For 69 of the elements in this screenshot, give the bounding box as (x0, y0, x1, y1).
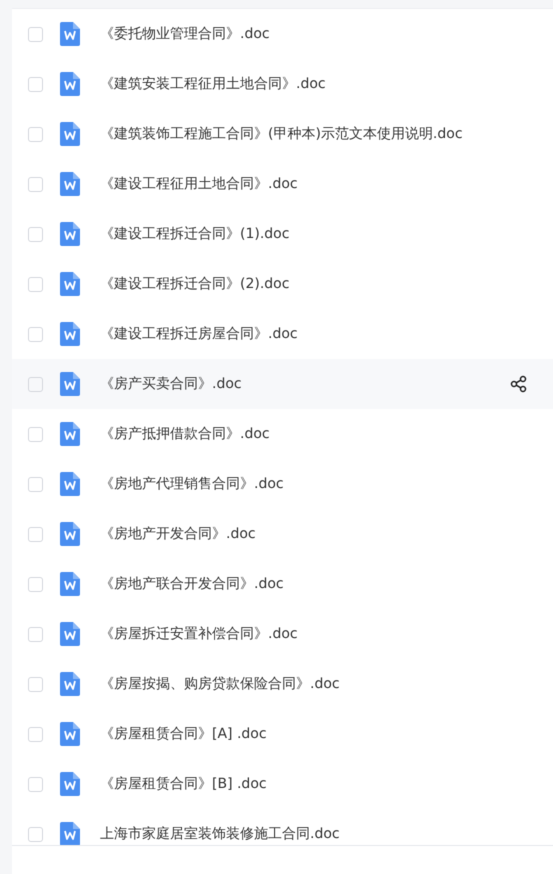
file-row[interactable]: 《房地产代理销售合同》.doc (12, 459, 553, 509)
checkbox[interactable] (28, 426, 43, 442)
file-name: 《建设工程拆迁合同》(2).doc (100, 275, 290, 293)
word-document-icon (60, 472, 80, 496)
checkbox[interactable] (28, 26, 43, 42)
word-document-icon (60, 672, 80, 696)
word-document-icon (60, 572, 80, 596)
file-name: 《房产抵押借款合同》.doc (100, 425, 270, 443)
checkbox[interactable] (28, 526, 43, 542)
checkbox[interactable] (28, 626, 43, 642)
word-document-icon (60, 272, 80, 296)
file-row[interactable]: 《房屋按揭、购房贷款保险合同》.doc (12, 659, 553, 709)
word-document-icon (60, 772, 80, 796)
word-document-icon (60, 622, 80, 646)
file-row[interactable]: 《房屋拆迁安置补偿合同》.doc (12, 609, 553, 659)
word-document-icon (60, 222, 80, 246)
file-row[interactable]: 《委托物业管理合同》.doc (12, 9, 553, 59)
checkbox[interactable] (28, 676, 43, 692)
file-row[interactable]: 《建筑装饰工程施工合同》(甲种本)示范文本使用说明.doc (12, 109, 553, 159)
file-name: 《委托物业管理合同》.doc (100, 25, 270, 43)
file-row[interactable]: 《建设工程拆迁合同》(2).doc (12, 259, 553, 309)
checkbox[interactable] (28, 826, 43, 842)
checkbox[interactable] (28, 126, 43, 142)
file-name: 《房屋按揭、购房贷款保险合同》.doc (100, 675, 340, 693)
checkbox[interactable] (28, 376, 43, 392)
file-row[interactable]: 《房地产联合开发合同》.doc (12, 559, 553, 609)
checkbox[interactable] (28, 476, 43, 492)
word-document-icon (60, 122, 80, 146)
file-row[interactable]: 《房产抵押借款合同》.doc (12, 409, 553, 459)
word-document-icon (60, 422, 80, 446)
file-row[interactable]: 《房地产开发合同》.doc (12, 509, 553, 559)
file-name: 《房屋租赁合同》[B] .doc (100, 775, 267, 793)
file-row[interactable]: 《房产买卖合同》.doc (12, 359, 553, 409)
word-document-icon (60, 322, 80, 346)
word-document-icon (60, 372, 80, 396)
file-name: 《建设工程征用土地合同》.doc (100, 175, 298, 193)
file-name: 《建设工程拆迁合同》(1).doc (100, 225, 290, 243)
file-row[interactable]: 《房屋租赁合同》[A] .doc (12, 709, 553, 759)
file-name: 《房地产代理销售合同》.doc (100, 475, 284, 493)
file-name: 《建设工程拆迁房屋合同》.doc (100, 325, 298, 343)
checkbox[interactable] (28, 776, 43, 792)
file-row[interactable]: 上海市家庭居室装饰装修施工合同.doc (12, 809, 553, 845)
checkbox[interactable] (28, 76, 43, 92)
file-name: 上海市家庭居室装饰装修施工合同.doc (100, 825, 340, 843)
file-name: 《建筑装饰工程施工合同》(甲种本)示范文本使用说明.doc (100, 125, 463, 143)
file-row[interactable]: 《建设工程拆迁房屋合同》.doc (12, 309, 553, 359)
word-document-icon (60, 72, 80, 96)
file-row[interactable]: 《建筑安装工程征用土地合同》.doc (12, 59, 553, 109)
file-name: 《房地产联合开发合同》.doc (100, 575, 284, 593)
share-icon[interactable] (510, 375, 528, 393)
word-document-icon (60, 22, 80, 46)
file-row[interactable]: 《房屋租赁合同》[B] .doc (12, 759, 553, 809)
file-row[interactable]: 《建设工程征用土地合同》.doc (12, 159, 553, 209)
checkbox[interactable] (28, 576, 43, 592)
word-document-icon (60, 172, 80, 196)
file-name: 《房屋拆迁安置补偿合同》.doc (100, 625, 298, 643)
file-name: 《建筑安装工程征用土地合同》.doc (100, 75, 326, 93)
file-name: 《房地产开发合同》.doc (100, 525, 256, 543)
word-document-icon (60, 522, 80, 546)
file-name: 《房产买卖合同》.doc (100, 375, 242, 393)
word-document-icon (60, 722, 80, 746)
checkbox[interactable] (28, 726, 43, 742)
checkbox[interactable] (28, 226, 43, 242)
checkbox[interactable] (28, 176, 43, 192)
file-name: 《房屋租赁合同》[A] .doc (100, 725, 267, 743)
word-document-icon (60, 822, 80, 845)
checkbox[interactable] (28, 326, 43, 342)
file-row[interactable]: 《建设工程拆迁合同》(1).doc (12, 209, 553, 259)
checkbox[interactable] (28, 276, 43, 292)
